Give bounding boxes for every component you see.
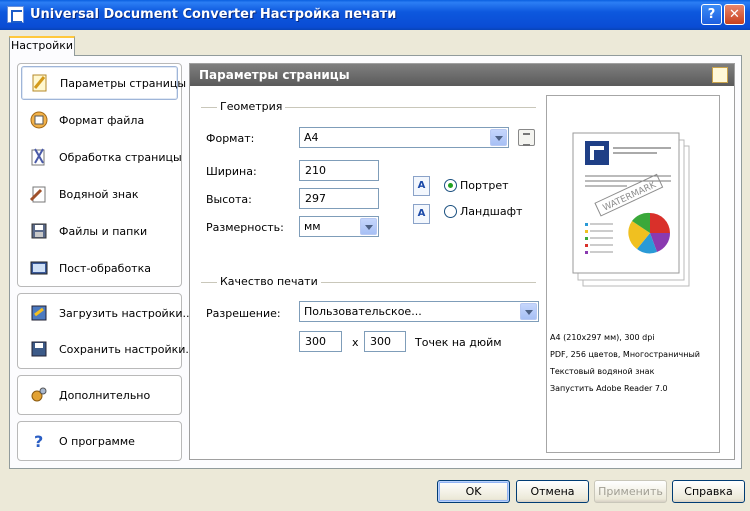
nav-item-watermark[interactable]: Водяной знак [21, 177, 178, 211]
format-list-button[interactable] [518, 129, 535, 146]
nav-item-files-folders[interactable]: Файлы и папки [21, 214, 178, 248]
advanced-icon [29, 385, 49, 405]
resolution-select[interactable]: Пользовательское... [299, 301, 539, 322]
close-button[interactable]: ✕ [724, 4, 745, 25]
geometry-group-title: Геометрия [217, 100, 286, 113]
dpi-unit-label: Точек на дюйм [415, 336, 502, 349]
preview-info-line: PDF, 256 цветов, Многостраничный [550, 350, 700, 359]
chevron-down-icon[interactable] [360, 218, 377, 235]
help-title-button[interactable]: ? [701, 4, 722, 25]
tab-settings[interactable]: Настройки [9, 36, 75, 56]
portrait-icon: A [413, 176, 430, 196]
nav-item-label: Водяной знак [59, 187, 139, 201]
nav-item-page-processing[interactable]: Обработка страницы [21, 140, 182, 174]
landscape-radio[interactable]: Ландшафт [444, 205, 522, 218]
dpi-x-input[interactable]: 300 [299, 331, 342, 352]
nav-group-about: ? О программе [17, 421, 182, 461]
window-title: Universal Document Converter Настройка п… [30, 7, 397, 22]
times-label: x [352, 336, 359, 349]
load-settings-label: Загрузить настройки... [59, 306, 193, 320]
question-icon: ? [29, 431, 49, 451]
files-folders-icon [29, 221, 49, 241]
nav-item-page-settings[interactable]: Параметры страницы [21, 66, 186, 100]
cancel-button[interactable]: Отмена [516, 480, 589, 503]
advanced-button[interactable]: Дополнительно [21, 378, 178, 412]
nav-item-file-format[interactable]: Формат файла [21, 103, 178, 137]
nav-item-label: Файлы и папки [59, 224, 148, 238]
page-processing-icon [29, 147, 49, 167]
landscape-icon: A [413, 204, 430, 224]
notes-icon [712, 67, 728, 83]
preview-info-line: Запустить Adobe Reader 7.0 [550, 384, 668, 393]
apply-button[interactable]: Применить [594, 480, 667, 503]
units-select[interactable]: мм [299, 216, 379, 237]
document-preview-image: WATERMARK [572, 132, 690, 287]
nav-item-post-processing[interactable]: Пост-обработка [21, 251, 178, 285]
save-settings-button[interactable]: Сохранить настройки... [21, 332, 196, 366]
format-value: A4 [304, 131, 319, 144]
units-label: Размерность: [206, 221, 284, 234]
watermark-icon [29, 184, 49, 204]
ok-button[interactable]: OK [437, 480, 510, 503]
main-header: Параметры страницы [190, 64, 734, 86]
app-icon [7, 6, 24, 23]
save-settings-icon [29, 339, 49, 359]
portrait-label: Портрет [460, 179, 509, 192]
load-settings-icon [29, 303, 49, 323]
chevron-down-icon[interactable] [490, 129, 507, 146]
nav-group-advanced: Дополнительно [17, 375, 182, 415]
landscape-label: Ландшафт [460, 205, 523, 218]
page-settings-icon [30, 73, 50, 93]
radio-selected-icon [444, 179, 457, 192]
help-button[interactable]: Справка [672, 480, 745, 503]
radio-unselected-icon [444, 205, 457, 218]
page-title: Параметры страницы [199, 68, 350, 82]
nav-group-main: Параметры страницы Формат файла Обработк… [17, 63, 186, 287]
file-format-icon [29, 110, 49, 130]
width-input[interactable]: 210 [299, 160, 379, 181]
nav-item-label: Формат файла [59, 113, 145, 127]
nav-item-label: Пост-обработка [59, 261, 151, 275]
svg-text:?: ? [34, 432, 43, 451]
title-bar: Universal Document Converter Настройка п… [0, 0, 750, 30]
post-processing-icon [29, 258, 49, 278]
resolution-value: Пользовательское... [304, 305, 422, 318]
portrait-radio[interactable]: Портрет [444, 179, 509, 192]
preview-panel: WATERMARK A4 (210x297 мм), 300 dpi PDF, … [546, 95, 720, 453]
height-label: Высота: [206, 193, 252, 206]
advanced-label: Дополнительно [59, 388, 151, 402]
resolution-label: Разрешение: [206, 307, 281, 320]
load-settings-button[interactable]: Загрузить настройки... [21, 296, 193, 330]
width-label: Ширина: [206, 165, 257, 178]
format-select[interactable]: A4 [299, 127, 509, 148]
nav-item-label: Обработка страницы [59, 150, 182, 164]
about-label: О программе [59, 434, 135, 448]
nav-item-label: Параметры страницы [60, 76, 187, 90]
quality-group-title: Качество печати [217, 275, 321, 288]
about-button[interactable]: ? О программе [21, 424, 178, 458]
nav-group-presets: Загрузить настройки... Сохранить настрой… [17, 293, 196, 369]
format-label: Формат: [206, 132, 255, 145]
units-value: мм [304, 220, 321, 233]
height-input[interactable]: 297 [299, 188, 379, 209]
save-settings-label: Сохранить настройки... [59, 342, 196, 356]
dpi-y-input[interactable]: 300 [364, 331, 406, 352]
preview-info-line: A4 (210x297 мм), 300 dpi [550, 333, 655, 342]
preview-info-line: Текстовый водяной знак [550, 367, 655, 376]
chevron-down-icon[interactable] [520, 303, 537, 320]
